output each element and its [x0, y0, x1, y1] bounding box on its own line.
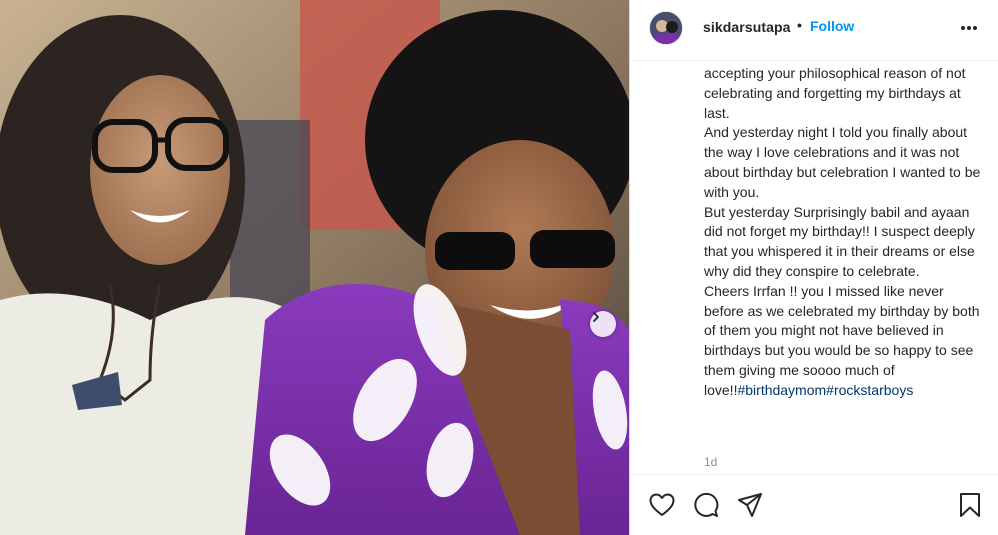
- post-photo[interactable]: [0, 0, 629, 535]
- comment-icon: [694, 492, 719, 517]
- chevron-right-icon: [593, 312, 599, 322]
- post-side-panel: sikdarsutapa • Follow accepting your phi…: [629, 0, 998, 535]
- avatar-image: [650, 12, 682, 44]
- avatar[interactable]: [649, 11, 683, 45]
- separator-dot: •: [797, 17, 802, 33]
- like-button[interactable]: [648, 491, 676, 519]
- action-bar: [630, 474, 998, 535]
- hashtag-rockstarboys[interactable]: #rockstarboys: [826, 382, 913, 398]
- bookmark-icon: [960, 493, 980, 517]
- caption-last-line: love!!#birthdaymom#rockstarboys: [704, 381, 982, 401]
- hashtag-birthdaymom[interactable]: #birthdaymom: [737, 382, 826, 398]
- follow-button[interactable]: Follow: [810, 18, 854, 34]
- post-caption: accepting your philosophical reason of n…: [704, 64, 982, 401]
- more-options-icon: [961, 26, 977, 30]
- post-timestamp[interactable]: 1d: [704, 455, 717, 469]
- more-options-button[interactable]: [957, 16, 981, 40]
- username[interactable]: sikdarsutapa: [703, 19, 791, 35]
- share-icon: [738, 493, 762, 517]
- post-image: [0, 0, 629, 535]
- share-button[interactable]: [736, 491, 764, 519]
- caption-text: love!!: [704, 381, 738, 398]
- heart-icon: [649, 493, 675, 516]
- comment-button[interactable]: [692, 491, 720, 519]
- next-photo-button[interactable]: [590, 311, 616, 337]
- caption-paragraph: Cheers Irrfan !! you I missed like never…: [704, 282, 980, 378]
- caption-paragraph: But yesterday Surprisingly babil and aya…: [704, 203, 975, 279]
- save-button[interactable]: [956, 491, 984, 519]
- post-header: sikdarsutapa • Follow: [630, 0, 998, 61]
- caption-paragraph: And yesterday night I told you finally a…: [704, 124, 981, 200]
- caption-paragraph: accepting your philosophical reason of n…: [704, 65, 966, 121]
